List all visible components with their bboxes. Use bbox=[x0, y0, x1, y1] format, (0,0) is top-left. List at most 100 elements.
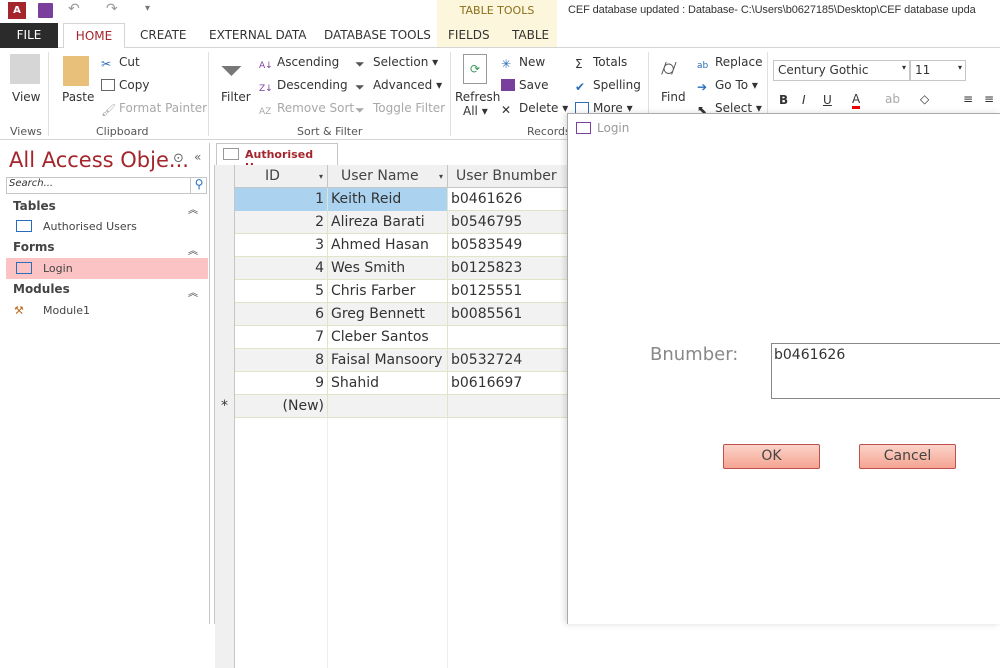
cell-id[interactable]: 1 bbox=[235, 188, 328, 211]
cell-id[interactable]: 9 bbox=[235, 372, 328, 395]
selection-button[interactable]: ⏷ Selection ▾ bbox=[355, 55, 438, 71]
save-icon[interactable] bbox=[38, 3, 53, 18]
italic-button[interactable]: I bbox=[802, 93, 806, 107]
cell-user-bnumber[interactable]: b0125551 bbox=[448, 280, 568, 303]
row-selector[interactable] bbox=[215, 372, 235, 395]
table-row[interactable]: 4 Wes Smith b0125823 bbox=[215, 257, 568, 280]
fill-color-icon[interactable]: ◇ bbox=[920, 92, 929, 106]
delete-record-button[interactable]: ✕ Delete ▾ bbox=[501, 101, 568, 117]
tab-database-tools[interactable]: DATABASE TOOLS bbox=[316, 23, 439, 48]
row-selector[interactable] bbox=[215, 280, 235, 303]
cell-user-name[interactable]: Keith Reid bbox=[328, 188, 448, 211]
undo-icon[interactable]: ↶ bbox=[68, 1, 80, 17]
cell-user-name[interactable]: Ahmed Hasan bbox=[328, 234, 448, 257]
cell-id[interactable]: 7 bbox=[235, 326, 328, 349]
chevron-down-icon[interactable]: ▾ bbox=[439, 165, 443, 188]
font-size-select[interactable]: 11 ▾ bbox=[910, 60, 966, 81]
nav-item-authorised-users[interactable]: Authorised Users bbox=[6, 216, 208, 237]
toggle-filter-button[interactable]: ⏷ Toggle Filter bbox=[355, 101, 445, 117]
cell-user-bnumber[interactable]: b0085561 bbox=[448, 303, 568, 326]
tab-table[interactable]: TABLE bbox=[504, 23, 557, 48]
column-header-user-name[interactable]: User Name ▾ bbox=[328, 165, 448, 188]
cell-id[interactable]: 5 bbox=[235, 280, 328, 303]
nav-section-tables[interactable]: Tables bbox=[13, 199, 56, 213]
table-row[interactable]: 1 Keith Reid b0461626 bbox=[215, 188, 568, 211]
cell-id[interactable]: 4 bbox=[235, 257, 328, 280]
cell-user-name[interactable]: Chris Farber bbox=[328, 280, 448, 303]
cell-user-bnumber[interactable] bbox=[448, 395, 568, 418]
nav-section-forms[interactable]: Forms bbox=[13, 240, 55, 254]
copy-button[interactable]: Copy bbox=[101, 78, 149, 92]
search-icon[interactable]: ⚲ bbox=[190, 177, 207, 194]
select-all-corner[interactable] bbox=[215, 165, 235, 188]
cancel-button[interactable]: Cancel bbox=[859, 444, 956, 469]
cell-user-name[interactable]: Faisal Mansoory bbox=[328, 349, 448, 372]
table-row[interactable]: 8 Faisal Mansoory b0532724 bbox=[215, 349, 568, 372]
new-record-row[interactable]: * (New) bbox=[215, 395, 568, 418]
descending-button[interactable]: Z↓ Descending bbox=[259, 78, 348, 96]
document-tab-authorised-users[interactable]: Authorised Users bbox=[216, 143, 338, 174]
view-button[interactable]: View bbox=[12, 90, 40, 104]
row-selector[interactable] bbox=[215, 188, 235, 211]
nav-section-modules[interactable]: Modules bbox=[13, 282, 70, 296]
replace-button[interactable]: ab Replace bbox=[697, 55, 762, 73]
table-row[interactable]: 6 Greg Bennett b0085561 bbox=[215, 303, 568, 326]
refresh-all-button[interactable]: Refresh All ▾ bbox=[455, 90, 500, 118]
table-row[interactable]: 3 Ahmed Hasan b0583549 bbox=[215, 234, 568, 257]
cell-user-bnumber[interactable]: b0125823 bbox=[448, 257, 568, 280]
column-header-id[interactable]: ID ▾ bbox=[235, 165, 328, 188]
table-row[interactable]: 7 Cleber Santos bbox=[215, 326, 568, 349]
row-selector[interactable] bbox=[215, 257, 235, 280]
cell-user-name[interactable]: Wes Smith bbox=[328, 257, 448, 280]
cell-user-name[interactable]: Cleber Santos bbox=[328, 326, 448, 349]
cell-id[interactable]: 3 bbox=[235, 234, 328, 257]
cell-user-bnumber[interactable]: b0532724 bbox=[448, 349, 568, 372]
font-color-button[interactable]: A bbox=[852, 92, 861, 109]
ascending-button[interactable]: A↓ Ascending bbox=[259, 55, 339, 73]
nav-item-module1[interactable]: ⚒ Module1 bbox=[6, 300, 208, 321]
collapse-chevron-icon[interactable]: ︽ bbox=[188, 284, 198, 299]
tab-fields[interactable]: FIELDS bbox=[440, 23, 498, 48]
cell-user-bnumber[interactable]: b0583549 bbox=[448, 234, 568, 257]
collapse-chevron-icon[interactable]: ︽ bbox=[188, 201, 198, 216]
ok-button[interactable]: OK bbox=[723, 444, 820, 469]
bold-button[interactable]: B bbox=[779, 93, 788, 107]
nav-menu-dropdown-icon[interactable]: ⊙ bbox=[173, 151, 184, 166]
spelling-button[interactable]: ✔ Spelling bbox=[575, 78, 641, 94]
row-selector[interactable] bbox=[215, 211, 235, 234]
nav-pane-title[interactable]: All Access Obje... bbox=[9, 148, 189, 172]
cell-user-name[interactable]: Greg Bennett bbox=[328, 303, 448, 326]
remove-sort-button[interactable]: AZ Remove Sort bbox=[259, 101, 354, 119]
underline-button[interactable]: U bbox=[823, 93, 832, 107]
row-selector[interactable] bbox=[215, 326, 235, 349]
nav-item-login[interactable]: Login bbox=[6, 258, 208, 279]
cut-button[interactable]: ✂ Cut bbox=[101, 55, 140, 71]
collapse-pane-icon[interactable]: « bbox=[194, 150, 201, 164]
cell-user-bnumber[interactable] bbox=[448, 326, 568, 349]
table-row[interactable]: 2 Alireza Barati b0546795 bbox=[215, 211, 568, 234]
bnumber-input[interactable]: b0461626 bbox=[771, 343, 1000, 399]
chevron-down-icon[interactable]: ▾ bbox=[319, 165, 323, 188]
cell-id[interactable]: 2 bbox=[235, 211, 328, 234]
customize-qat-icon[interactable]: ▾ bbox=[145, 3, 150, 14]
goto-button[interactable]: ➔ Go To ▾ bbox=[697, 78, 758, 94]
find-button[interactable]: Find bbox=[661, 90, 686, 104]
cell-user-name[interactable]: Shahid bbox=[328, 372, 448, 395]
new-record-button[interactable]: ✳ New bbox=[501, 55, 545, 71]
cell-user-bnumber[interactable]: b0616697 bbox=[448, 372, 568, 395]
redo-icon[interactable]: ↷ bbox=[106, 1, 118, 17]
align-left-icon[interactable]: ≡ bbox=[963, 92, 973, 106]
cell-id[interactable]: 8 bbox=[235, 349, 328, 372]
cell-user-name[interactable]: Alireza Barati bbox=[328, 211, 448, 234]
cell-user-bnumber[interactable]: b0546795 bbox=[448, 211, 568, 234]
column-header-user-bnumber[interactable]: User Bnumber bbox=[448, 165, 568, 188]
cell-new[interactable]: (New) bbox=[235, 395, 328, 418]
advanced-button[interactable]: ⏷ Advanced ▾ bbox=[355, 78, 442, 94]
cell-user-bnumber[interactable]: b0461626 bbox=[448, 188, 568, 211]
cell-user-name[interactable] bbox=[328, 395, 448, 418]
highlight-icon[interactable]: ab bbox=[885, 92, 900, 106]
tab-home[interactable]: HOME bbox=[63, 23, 125, 49]
filter-button[interactable]: Filter bbox=[221, 90, 251, 104]
row-selector[interactable] bbox=[215, 303, 235, 326]
save-record-button[interactable]: Save bbox=[501, 78, 548, 92]
